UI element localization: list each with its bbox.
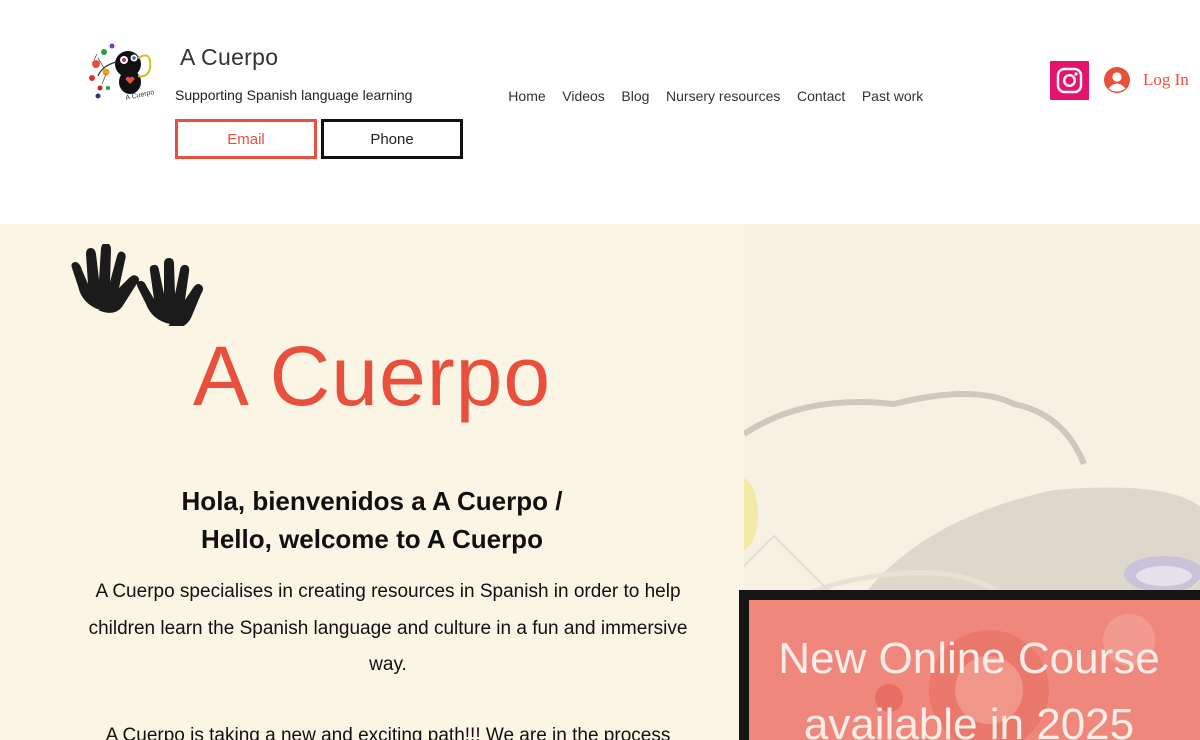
promo-banner[interactable]: New Online Course available in 2025 <box>739 590 1200 740</box>
login-label: Log In <box>1143 70 1189 89</box>
nav-item-home[interactable]: Home <box>500 88 554 104</box>
promo-line-2: available in 2025 <box>803 700 1135 740</box>
promo-inner: New Online Course available in 2025 <box>749 600 1200 740</box>
site-logo[interactable]: A Cuerpo <box>82 38 160 104</box>
intro-paragraph: A Cuerpo specialises in creating resourc… <box>88 581 688 675</box>
site-tagline: Supporting Spanish language learning <box>175 87 413 103</box>
instagram-icon <box>1056 67 1083 94</box>
hands-icon <box>71 244 203 326</box>
hero-title: A Cuerpo <box>192 329 552 423</box>
site-title[interactable]: A Cuerpo <box>180 44 278 71</box>
promo-line-1: New Online Course <box>778 634 1160 683</box>
welcome-line-spanish: Hola, bienvenidos a A Cuerpo / <box>181 486 563 516</box>
promo-text: New Online Course available in 2025 <box>749 626 1189 740</box>
welcome-heading: Hola, bienvenidos a A Cuerpo / Hello, we… <box>0 482 744 558</box>
nav-item-nursery-resources[interactable]: Nursery resources <box>658 88 789 104</box>
nav-item-blog[interactable]: Blog <box>613 88 658 104</box>
hero-section: A Cuerpo Hola, bienvenidos a A Cuerpo / … <box>0 224 1200 740</box>
phone-button[interactable]: Phone <box>321 119 463 159</box>
user-avatar-icon <box>1104 67 1130 93</box>
instagram-link[interactable] <box>1050 61 1089 100</box>
nav-item-videos[interactable]: Videos <box>554 88 613 104</box>
email-button[interactable]: Email <box>175 119 317 159</box>
site-header: A Cuerpo A Cuerpo Supporting Spanish lan… <box>0 0 1200 224</box>
nav-item-contact[interactable]: Contact <box>789 88 854 104</box>
nav-item-past-work[interactable]: Past work <box>854 88 932 104</box>
intro-paragraph-2: A Cuerpo is taking a new and exciting pa… <box>105 725 671 740</box>
login-button[interactable]: Log In <box>1104 67 1189 93</box>
main-nav: Home Videos Blog Nursery resources Conta… <box>500 88 932 104</box>
welcome-line-english: Hello, welcome to A Cuerpo <box>201 524 543 554</box>
